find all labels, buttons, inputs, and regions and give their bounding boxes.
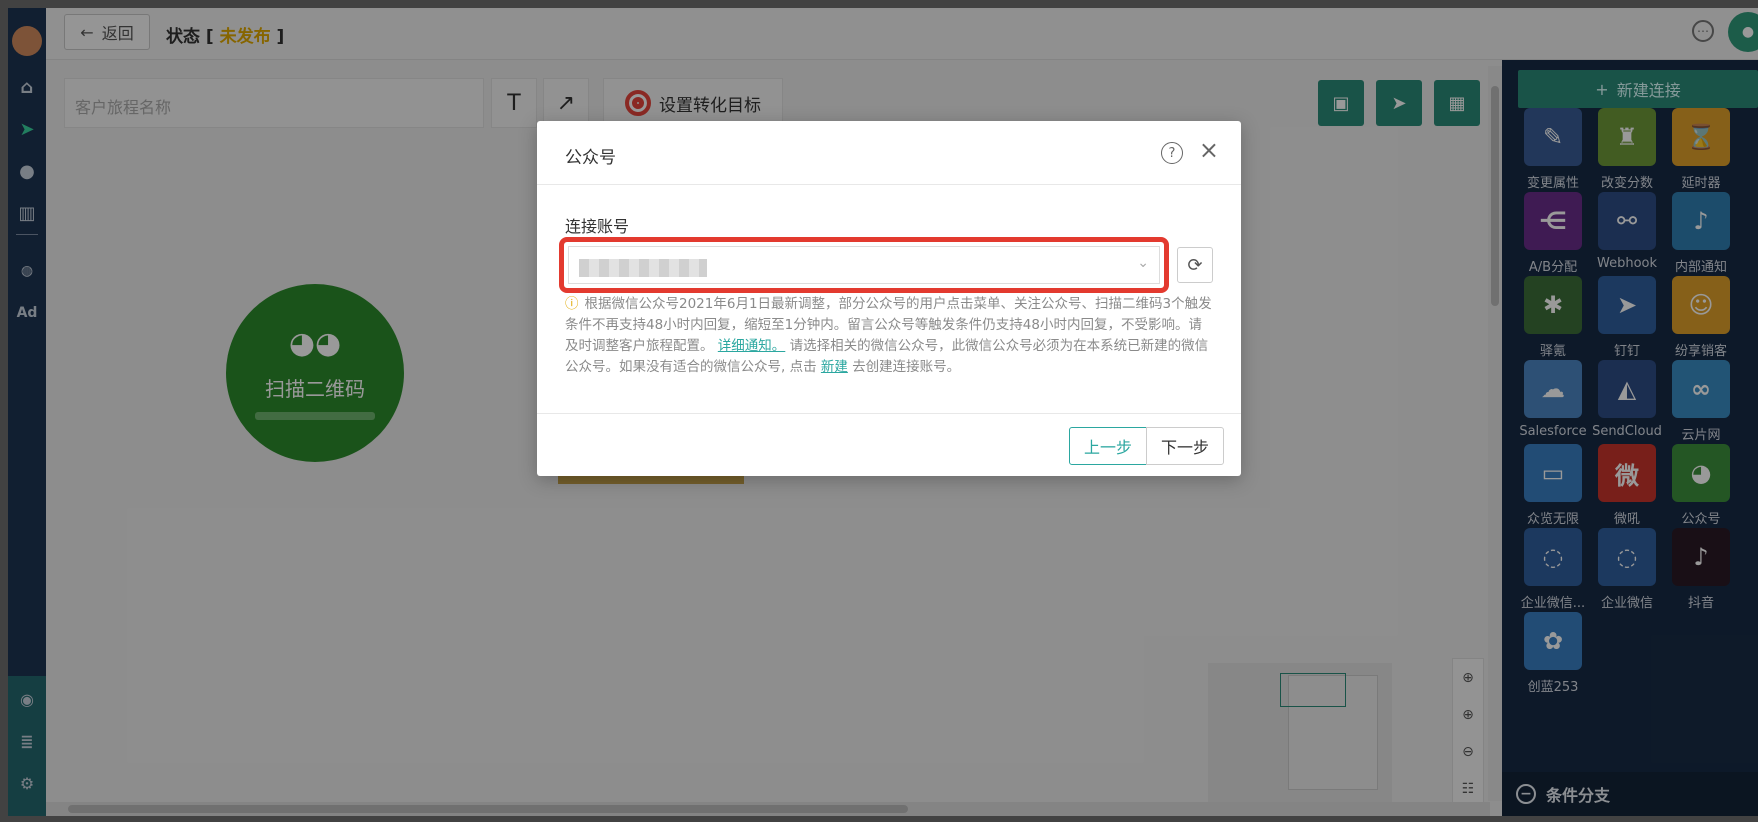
close-icon[interactable]: × <box>1199 138 1219 162</box>
detail-notice-link[interactable]: 详细通知。 <box>718 338 786 354</box>
next-step-button[interactable]: 下一步 <box>1146 427 1224 465</box>
account-select[interactable]: ⌄ <box>568 246 1160 284</box>
account-modal: 公众号 ? × 连接账号 ⌄ ⟳ ⓘ 根据微信公众号2021年6月1日最新调整，部… <box>537 121 1241 476</box>
notice-text: ⓘ 根据微信公众号2021年6月1日最新调整，部分公众号的用户点击菜单、关注公众号… <box>565 296 1212 375</box>
field-label: 连接账号 <box>565 217 630 236</box>
modal-header: 公众号 ? × <box>537 121 1241 185</box>
help-icon[interactable]: ? <box>1161 142 1183 164</box>
prev-step-button[interactable]: 上一步 <box>1069 427 1147 465</box>
warning-icon: ⓘ <box>565 296 579 312</box>
selected-value-blurred <box>579 259 707 277</box>
refresh-button[interactable]: ⟳ <box>1177 247 1213 283</box>
create-link[interactable]: 新建 <box>821 359 848 375</box>
refresh-icon: ⟳ <box>1187 254 1203 276</box>
modal-footer: 上一步 下一步 <box>537 413 1241 476</box>
highlight-box: ⌄ <box>559 237 1169 293</box>
modal-title: 公众号 <box>565 148 616 168</box>
chevron-down-icon: ⌄ <box>1137 255 1149 271</box>
